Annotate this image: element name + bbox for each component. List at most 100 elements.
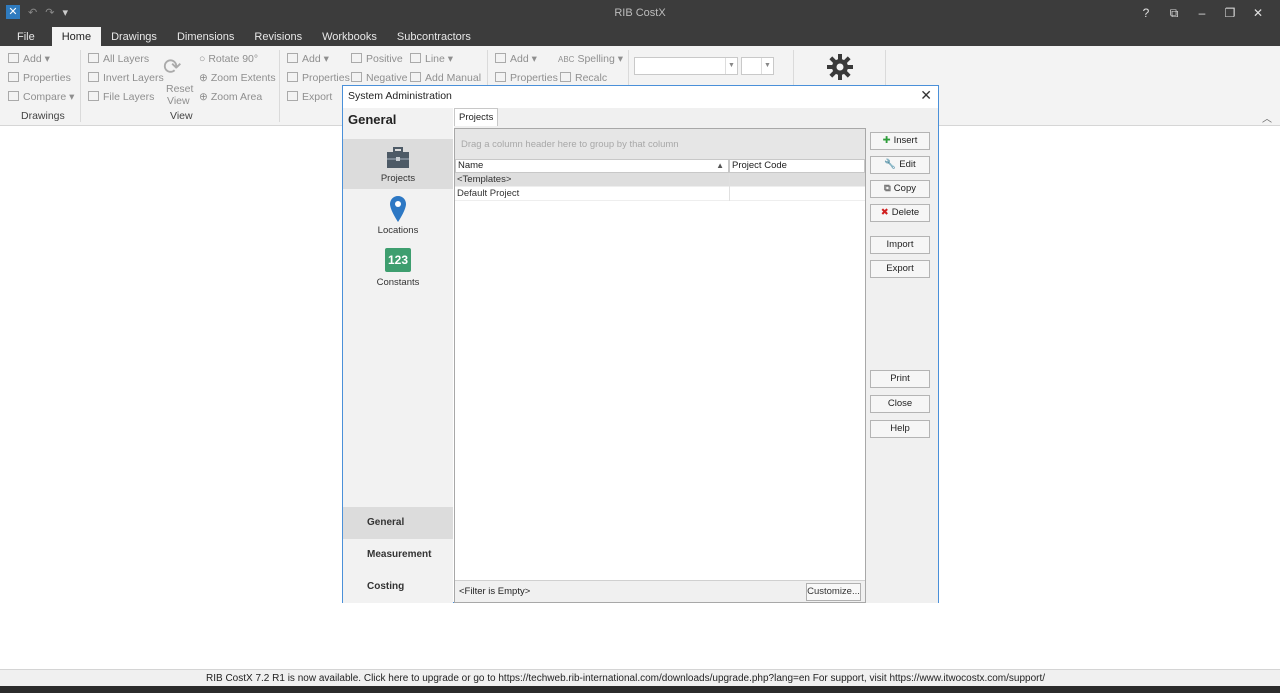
rotate-90-button[interactable]: ○ Rotate 90° xyxy=(199,53,258,65)
projects-grid: Drag a column header here to group by th… xyxy=(454,128,866,603)
ribbon-tabs: File Home Drawings Dimensions Revisions … xyxy=(0,27,1280,46)
invert-layers-button[interactable]: Invert Layers xyxy=(88,72,164,84)
app-title: RIB CostX xyxy=(614,7,666,19)
print-button[interactable]: Print xyxy=(870,370,930,388)
copy-icon: ⧉ xyxy=(884,183,891,194)
ribbon-display-icon[interactable]: ⧉ xyxy=(1160,4,1188,22)
restore-icon[interactable]: ❐ xyxy=(1216,4,1244,22)
collapse-ribbon-icon[interactable]: ︿ xyxy=(1262,110,1272,125)
tab-projects[interactable]: Projects xyxy=(454,108,499,126)
title-bar: ✕ ↶ ↷ ▾ RIB CostX ? ⧉ – ❐ ✕ xyxy=(0,0,1280,28)
taskbar-strip xyxy=(0,686,1280,693)
close-icon[interactable]: ✕ xyxy=(920,87,932,104)
line-icon xyxy=(410,53,421,63)
properties-icon xyxy=(495,72,506,82)
help-icon[interactable]: ? xyxy=(1132,4,1160,22)
tab-subcontractors[interactable]: Subcontractors xyxy=(387,27,481,46)
font-combo[interactable]: ▼ xyxy=(634,57,738,75)
add-dimension-icon xyxy=(287,53,298,63)
file-layers-button[interactable]: File Layers xyxy=(88,91,154,103)
close-button[interactable]: Close xyxy=(870,395,930,413)
customize-button[interactable]: Customize... xyxy=(806,583,861,601)
table-row[interactable]: Default Project xyxy=(455,187,865,201)
tab-workbooks[interactable]: Workbooks xyxy=(312,27,387,46)
filter-status: <Filter is Empty> xyxy=(459,586,531,597)
workbook-properties-button[interactable]: Properties xyxy=(495,72,558,84)
chevron-down-icon: ▼ xyxy=(761,58,773,74)
cell-name: <Templates> xyxy=(457,174,512,185)
wrench-icon: 🔧 xyxy=(884,159,897,170)
delete-button[interactable]: ✖ Delete xyxy=(870,204,930,222)
tab-file[interactable]: File xyxy=(0,27,52,46)
add-workbook-icon xyxy=(495,53,506,63)
drawings-group-label: Drawings xyxy=(21,110,65,122)
spelling-button[interactable]: ABC Spelling ▾ xyxy=(558,53,623,65)
zoom-extents-button[interactable]: ⊕ Zoom Extents xyxy=(199,72,276,84)
nav-item-constants[interactable]: 123 Constants xyxy=(343,243,453,293)
import-button[interactable]: Import xyxy=(870,236,930,254)
invert-layers-icon xyxy=(88,72,99,82)
export-button[interactable]: Export xyxy=(870,260,930,278)
plus-icon: ✚ xyxy=(882,135,891,146)
tab-dimensions[interactable]: Dimensions xyxy=(167,27,244,46)
close-window-icon[interactable]: ✕ xyxy=(1244,4,1272,22)
tab-revisions[interactable]: Revisions xyxy=(244,27,312,46)
workbook-add-button[interactable]: Add ▾ xyxy=(495,53,537,65)
window-controls: ? ⧉ – ❐ ✕ xyxy=(1132,4,1272,22)
upgrade-message[interactable]: RIB CostX 7.2 R1 is now available. Click… xyxy=(206,673,1045,684)
recalc-button[interactable]: Recalc xyxy=(560,72,607,84)
dimension-add-button[interactable]: Add ▾ xyxy=(287,53,329,65)
tab-home[interactable]: Home xyxy=(51,27,102,46)
nav-section-general[interactable]: General xyxy=(343,507,453,539)
dialog-nav: General Projects Locations 123 Constants… xyxy=(343,108,453,603)
view-label[interactable]: View xyxy=(167,95,190,107)
size-combo[interactable]: ▼ xyxy=(741,57,774,75)
column-header-name[interactable]: Name ▲ xyxy=(455,159,729,173)
checkbox-icon xyxy=(351,72,362,82)
help-button[interactable]: Help xyxy=(870,420,930,438)
table-row[interactable]: <Templates> xyxy=(455,173,865,187)
map-pin-icon xyxy=(390,196,406,222)
column-header-project-code[interactable]: Project Code xyxy=(729,159,865,173)
delete-x-icon: ✖ xyxy=(880,207,889,218)
tab-drawings[interactable]: Drawings xyxy=(101,27,167,46)
drawings-add-button[interactable]: Add ▾ xyxy=(8,53,50,65)
minimize-icon[interactable]: – xyxy=(1188,4,1216,22)
checkbox-icon xyxy=(351,53,362,63)
file-layers-icon xyxy=(88,91,99,101)
dialog-content: Projects Drag a column header here to gr… xyxy=(454,108,938,603)
view-group-label: View xyxy=(170,110,193,122)
line-button[interactable]: Line ▾ xyxy=(410,53,453,65)
edit-button[interactable]: 🔧 Edit xyxy=(870,156,930,174)
all-layers-button[interactable]: All Layers xyxy=(88,53,149,65)
gear-icon[interactable] xyxy=(826,53,854,81)
add-manual-icon xyxy=(410,72,421,82)
nav-section-measurement[interactable]: Measurement xyxy=(343,539,453,571)
nav-item-locations[interactable]: Locations xyxy=(343,191,453,241)
nav-item-label: Constants xyxy=(376,277,420,288)
add-manual-button[interactable]: Add Manual xyxy=(410,72,481,84)
negative-checkbox[interactable]: Negative xyxy=(351,72,407,84)
dimension-properties-button[interactable]: Properties xyxy=(287,72,350,84)
status-bar[interactable]: RIB CostX 7.2 R1 is now available. Click… xyxy=(0,669,1280,686)
properties-icon xyxy=(8,72,19,82)
briefcase-icon xyxy=(387,147,409,168)
reset-view-icon[interactable]: ⟳ xyxy=(163,54,181,80)
group-by-area[interactable]: Drag a column header here to group by th… xyxy=(455,129,865,159)
nav-header: General xyxy=(348,112,397,127)
drawings-properties-button[interactable]: Properties xyxy=(8,72,71,84)
drawings-compare-button[interactable]: Compare ▾ xyxy=(8,91,74,103)
zoom-area-button[interactable]: ⊕ Zoom Area xyxy=(199,91,262,103)
positive-checkbox[interactable]: Positive xyxy=(351,53,403,65)
system-administration-dialog: System Administration ✕ General Projects… xyxy=(342,85,939,603)
insert-button[interactable]: ✚ Insert xyxy=(870,132,930,150)
nav-section-costing[interactable]: Costing xyxy=(343,571,453,603)
group-hint: Drag a column header here to group by th… xyxy=(461,139,679,150)
nav-item-projects[interactable]: Projects xyxy=(343,139,453,189)
export-icon xyxy=(287,91,298,101)
dimension-export-button[interactable]: Export xyxy=(287,91,332,103)
reset-label[interactable]: Reset xyxy=(166,83,193,95)
copy-button[interactable]: ⧉ Copy xyxy=(870,180,930,198)
chevron-down-icon: ▼ xyxy=(725,58,737,74)
layers-icon xyxy=(88,53,99,63)
